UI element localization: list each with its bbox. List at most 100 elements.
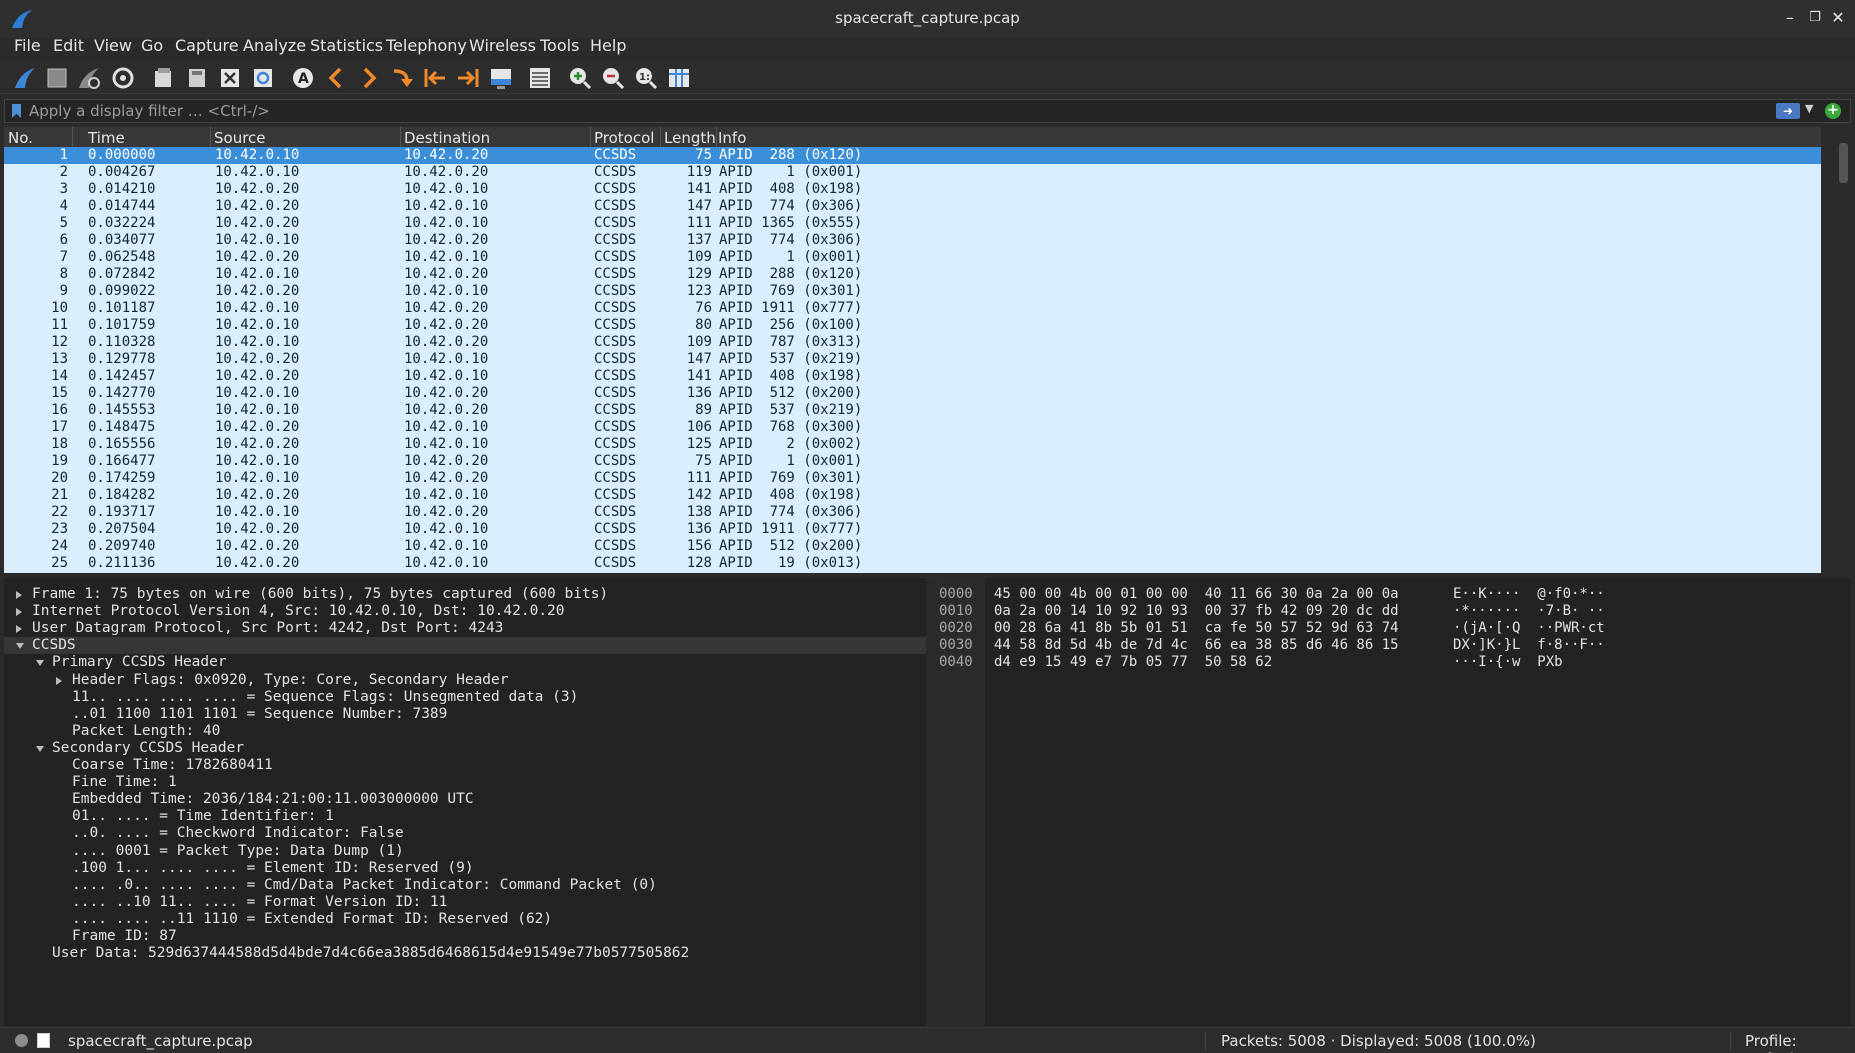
chevron-down-icon[interactable]: ▼ [1805,102,1813,115]
column-divider[interactable] [590,127,591,147]
packet-row[interactable]: 15 0.142770 10.42.0.10 10.42.0.20 CCSDS 136 AP… [4,385,1821,402]
hex-bytes[interactable]: 45 00 00 4b 00 01 00 00 40 11 66 30 0a 2… [994,586,1399,603]
reload-file-icon[interactable] [250,65,276,91]
detail-tree-item[interactable]: Coarse Time: 1782680411 [4,757,926,774]
hex-ascii[interactable]: DX·]K·}L f·8··F·· [1453,637,1605,654]
packet-row[interactable]: 21 0.184282 10.42.0.20 10.42.0.10 CCSDS 142 AP… [4,487,1821,504]
maximize-icon[interactable]: ❐ [1805,8,1825,28]
packet-row[interactable]: 1 0.000000 10.42.0.10 10.42.0.20 CCSDS 75 APID… [4,147,1821,164]
expand-arrow-right-icon[interactable] [56,676,62,685]
detail-tree-item[interactable]: User Datagram Protocol, Src Port: 4242, … [4,620,926,637]
hex-ascii[interactable]: ···I·{·w PXb [1453,654,1563,671]
column-info[interactable]: Info [718,129,746,147]
packet-row[interactable]: 8 0.072842 10.42.0.10 10.42.0.20 CCSDS 129 API… [4,266,1821,283]
go-forward-icon[interactable] [356,65,382,91]
packet-row[interactable]: 20 0.174259 10.42.0.10 10.42.0.20 CCSDS 111 AP… [4,470,1821,487]
hex-bytes[interactable]: d4 e9 15 49 e7 7b 05 77 50 58 62 [994,654,1272,671]
zoom-out-icon[interactable] [600,65,626,91]
detail-tree-item[interactable]: Frame ID: 87 [4,928,926,945]
expand-arrow-down-icon[interactable] [36,745,44,752]
bookmark-icon[interactable] [12,104,21,118]
expand-arrow-right-icon[interactable] [16,591,22,599]
detail-tree-item[interactable]: Embedded Time: 2036/184:21:00:11.0030000… [4,791,926,808]
expand-arrow-down-icon[interactable] [36,660,44,667]
resize-columns-icon[interactable] [666,65,692,91]
go-back-icon[interactable] [323,65,349,91]
stop-capture-icon[interactable] [44,65,70,91]
detail-tree-item[interactable]: Packet Length: 40 [4,723,926,740]
detail-tree-item[interactable]: User Data: 529d637444588d5d4bde7d4c66ea3… [4,945,926,962]
column-source[interactable]: Source [214,129,266,147]
minimize-icon[interactable]: – [1780,8,1800,28]
find-packet-icon[interactable]: A [290,65,316,91]
detail-tree-item[interactable]: .... .... ..11 1110 = Extended Format ID… [4,911,926,928]
detail-tree-item[interactable]: .100 1... .... .... = Element ID: Reserv… [4,860,926,877]
hex-ascii[interactable]: ·*······ ·7·B· ·· [1453,603,1605,620]
packet-row[interactable]: 18 0.165556 10.42.0.20 10.42.0.10 CCSDS 125 AP… [4,436,1821,453]
packet-row[interactable]: 25 0.211136 10.42.0.20 10.42.0.10 CCSDS 128 AP… [4,555,1821,572]
apply-filter-arrow-icon[interactable]: ➜ [1776,103,1800,119]
detail-tree-item[interactable]: ..0. .... = Checkword Indicator: False [4,825,926,842]
capture-options-icon[interactable] [110,65,136,91]
packet-row[interactable]: 24 0.209740 10.42.0.20 10.42.0.10 CCSDS 156 AP… [4,538,1821,555]
add-filter-button-icon[interactable]: + [1825,103,1841,119]
packet-row[interactable]: 2 0.004267 10.42.0.10 10.42.0.20 CCSDS 119 API… [4,164,1821,181]
packet-list[interactable]: No. Time Source Destination Protocol Len… [4,127,1821,573]
menu-telephony[interactable]: Telephony [386,36,467,55]
packet-row[interactable]: 14 0.142457 10.42.0.20 10.42.0.10 CCSDS 141 AP… [4,368,1821,385]
first-packet-icon[interactable] [422,65,448,91]
expand-arrow-right-icon[interactable] [16,625,22,634]
packet-row[interactable]: 13 0.129778 10.42.0.20 10.42.0.10 CCSDS 147 AP… [4,351,1821,368]
packet-row[interactable]: 10 0.101187 10.42.0.10 10.42.0.20 CCSDS 76 API… [4,300,1821,317]
menu-capture[interactable]: Capture [175,36,239,55]
detail-tree-item[interactable]: .... .0.. .... .... = Cmd/Data Packet In… [4,877,926,894]
detail-tree-item[interactable]: Primary CCSDS Header [4,654,926,671]
autoscroll-icon[interactable] [488,65,514,91]
detail-tree-item[interactable]: ..01 1100 1101 1101 = Sequence Number: 7… [4,706,926,723]
go-to-packet-icon[interactable] [389,65,415,91]
colorize-icon[interactable] [527,65,553,91]
hex-ascii[interactable]: E··K···· @·f0·*·· [1453,586,1605,603]
detail-tree-item[interactable]: CCSDS [4,637,926,655]
close-file-icon[interactable] [217,65,243,91]
detail-tree-item[interactable]: Internet Protocol Version 4, Src: 10.42.… [4,603,926,620]
last-packet-icon[interactable] [455,65,481,91]
column-divider[interactable] [72,127,73,147]
detail-tree-item[interactable]: 01.. .... = Time Identifier: 1 [4,808,926,825]
open-file-icon[interactable] [150,65,176,91]
column-no[interactable]: No. [8,129,33,147]
packet-row[interactable]: 3 0.014210 10.42.0.20 10.42.0.10 CCSDS 141 API… [4,181,1821,198]
detail-tree-item[interactable]: Header Flags: 0x0920, Type: Core, Second… [4,672,926,689]
expand-arrow-right-icon[interactable] [16,608,22,617]
detail-tree-item[interactable]: 11.. .... .... .... = Sequence Flags: Un… [4,689,926,706]
packet-row[interactable]: 11 0.101759 10.42.0.10 10.42.0.20 CCSDS 80 API… [4,317,1821,334]
packet-row[interactable]: 22 0.193717 10.42.0.10 10.42.0.20 CCSDS 138 AP… [4,504,1821,521]
menu-wireless[interactable]: Wireless [469,36,536,55]
menu-statistics[interactable]: Statistics [310,36,383,55]
capture-comment-icon[interactable] [37,1033,50,1048]
detail-tree-item[interactable]: Secondary CCSDS Header [4,740,926,757]
detail-tree-item[interactable]: Fine Time: 1 [4,774,926,791]
column-time[interactable]: Time [88,129,125,147]
column-divider[interactable] [400,127,401,147]
expand-arrow-down-icon[interactable] [16,643,24,650]
zoom-reset-icon[interactable]: 1:1 [633,65,659,91]
column-destination[interactable]: Destination [404,129,490,147]
menu-file[interactable]: File [14,36,41,55]
menu-tools[interactable]: Tools [540,36,579,55]
packet-row[interactable]: 6 0.034077 10.42.0.10 10.42.0.20 CCSDS 137 API… [4,232,1821,249]
packet-row[interactable]: 4 0.014744 10.42.0.20 10.42.0.10 CCSDS 147 API… [4,198,1821,215]
packet-details-tree[interactable]: Frame 1: 75 bytes on wire (600 bits), 75… [4,578,926,1026]
column-protocol[interactable]: Protocol [594,129,654,147]
packet-row[interactable]: 12 0.110328 10.42.0.10 10.42.0.20 CCSDS 109 AP… [4,334,1821,351]
close-icon[interactable]: ✕ [1828,8,1848,28]
column-divider[interactable] [716,127,717,147]
column-divider[interactable] [210,127,211,147]
packet-row[interactable]: 16 0.145553 10.42.0.10 10.42.0.20 CCSDS 89 API… [4,402,1821,419]
hex-bytes[interactable]: 44 58 8d 5d 4b de 7d 4c 66 ea 38 85 d6 4… [994,637,1399,654]
zoom-in-icon[interactable] [567,65,593,91]
display-filter-input[interactable] [29,101,1769,121]
packet-list-scrollbar[interactable] [1836,127,1851,573]
status-profile[interactable]: Profile: Default [1745,1032,1855,1053]
detail-tree-item[interactable]: .... ..10 11.. .... = Format Version ID:… [4,894,926,911]
